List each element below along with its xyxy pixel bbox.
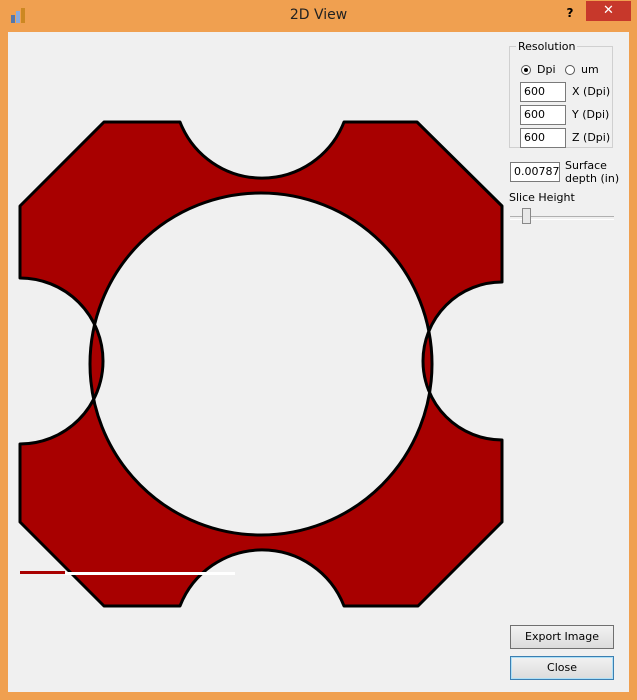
dpi-radio[interactable] — [521, 65, 531, 75]
slice-shape — [18, 120, 504, 608]
y-dpi-input[interactable]: 600 — [520, 105, 566, 125]
x-dpi-input[interactable]: 600 — [520, 82, 566, 102]
slice-preview-canvas — [18, 120, 504, 608]
window-title: 2D View — [289, 7, 348, 23]
z-dpi-label: Z (Dpi) — [572, 131, 611, 144]
slice-height-slider-thumb[interactable] — [522, 208, 531, 224]
slice-line — [20, 571, 65, 574]
dpi-radio-dot — [524, 68, 528, 72]
window-close-button[interactable]: ✕ — [586, 1, 631, 21]
y-dpi-label: Y (Dpi) — [572, 108, 610, 121]
close-button[interactable]: Close — [510, 656, 614, 680]
export-image-button[interactable]: Export Image — [510, 625, 614, 649]
dialog-window: 2D View ? ✕ Resolution Dpi um 600 X (Dpi… — [0, 0, 637, 700]
title-bar[interactable]: 2D View ? ✕ — [0, 0, 637, 32]
slice-height-label: Slice Height — [509, 191, 575, 204]
surface-label-line1: Surface — [565, 159, 607, 172]
z-dpi-input[interactable]: 600 — [520, 128, 566, 148]
um-radio[interactable] — [565, 65, 575, 75]
um-label: um — [581, 63, 599, 76]
x-dpi-label: X (Dpi) — [572, 85, 611, 98]
surface-label-line2: depth (in) — [565, 172, 620, 185]
surface-depth-input[interactable]: 0.00787 — [510, 162, 560, 182]
resolution-legend: Resolution — [518, 40, 576, 53]
dialog-client-area: Resolution Dpi um 600 X (Dpi) 600 Y (Dpi… — [8, 32, 629, 692]
help-button[interactable]: ? — [559, 4, 581, 24]
dpi-label: Dpi — [537, 63, 556, 76]
slice-line-highlight — [65, 572, 235, 575]
